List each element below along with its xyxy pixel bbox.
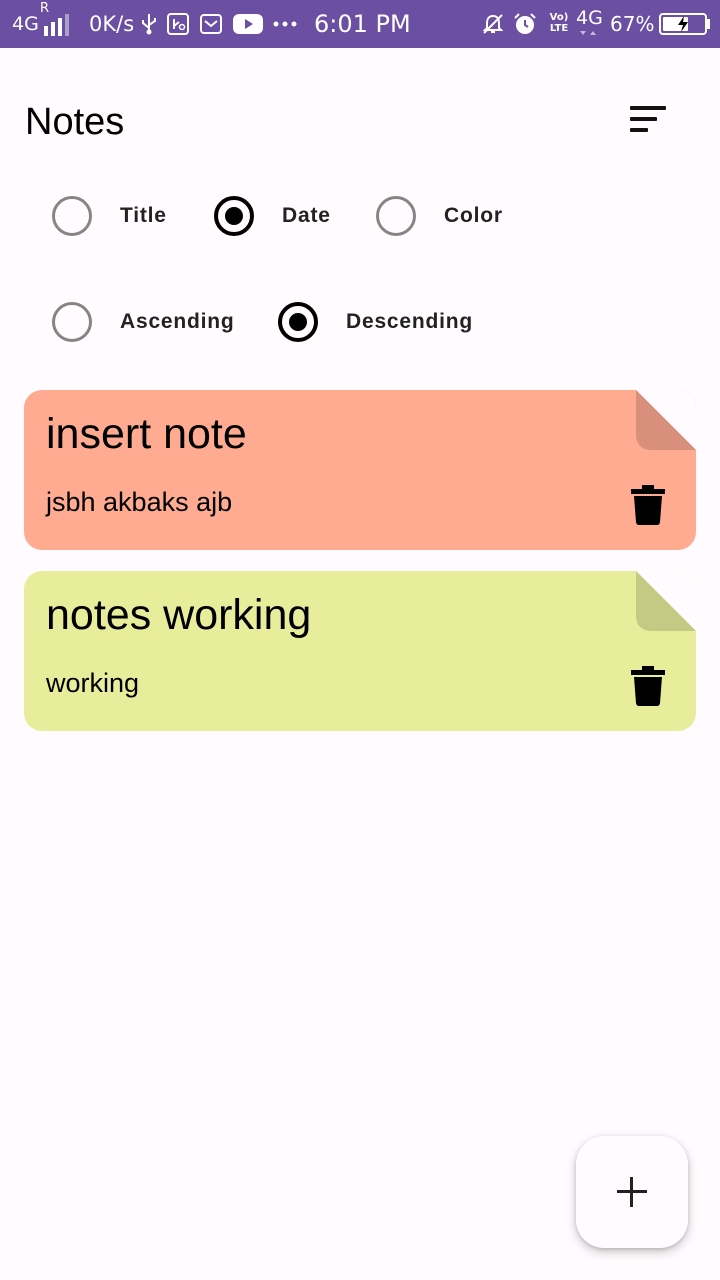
charging-icon [678, 16, 688, 32]
radio-descending[interactable]: Descending [278, 292, 498, 352]
note-content: jsbh akbaks ajb [46, 487, 233, 517]
status-time: 6:01 PM [314, 10, 411, 38]
radio-label-date: Date [282, 204, 331, 227]
alarm-icon [514, 13, 536, 34]
add-note-button[interactable] [576, 1136, 688, 1248]
radio-button-ascending[interactable] [52, 302, 92, 342]
battery-percent: 67% [610, 12, 655, 36]
radio-selected-dot [289, 313, 307, 331]
usb-debug-icon [167, 13, 189, 35]
radio-label-descending: Descending [346, 310, 474, 333]
status-bar: 4G R 0K/s 6:01 PM Vo) LTE 4G 67% [0, 0, 720, 48]
network-type: 4G [12, 13, 39, 35]
battery-tip [707, 19, 710, 29]
note-card[interactable]: notes working working [24, 571, 696, 731]
silent-icon [482, 14, 504, 34]
volte-icon: Vo) LTE [549, 12, 569, 34]
note-content: working [46, 668, 140, 698]
radio-button-date[interactable] [214, 196, 254, 236]
radio-label-title: Title [120, 204, 167, 227]
note-title: notes working [46, 591, 312, 639]
delete-icon[interactable] [631, 485, 665, 525]
radio-button-descending[interactable] [278, 302, 318, 342]
delete-icon[interactable] [631, 666, 665, 706]
sort-button[interactable] [616, 94, 680, 150]
radio-color[interactable]: Color [376, 186, 526, 246]
note-title: insert note [46, 410, 247, 458]
radio-title[interactable]: Title [52, 186, 192, 246]
usb-icon [142, 14, 156, 35]
radio-label-ascending: Ascending [120, 310, 235, 333]
radio-label-color: Color [444, 204, 503, 227]
signal-icon [44, 14, 69, 36]
youtube-icon [233, 14, 263, 34]
page-title: Notes [25, 101, 125, 143]
radio-date[interactable]: Date [214, 186, 354, 246]
more-dots-icon [273, 21, 297, 27]
radio-button-color[interactable] [376, 196, 416, 236]
radio-ascending[interactable]: Ascending [52, 292, 252, 352]
note-card[interactable]: insert note jsbh akbaks ajb [24, 390, 696, 550]
radio-selected-dot [225, 207, 243, 225]
gallery-icon [200, 14, 222, 34]
battery-icon [659, 13, 707, 35]
data-activity-icon [580, 31, 596, 35]
radio-button-title[interactable] [52, 196, 92, 236]
network-speed: 0K/s [89, 12, 135, 36]
sort-by-options: Title Date Color [0, 186, 720, 246]
order-options: Ascending Descending [0, 292, 720, 352]
